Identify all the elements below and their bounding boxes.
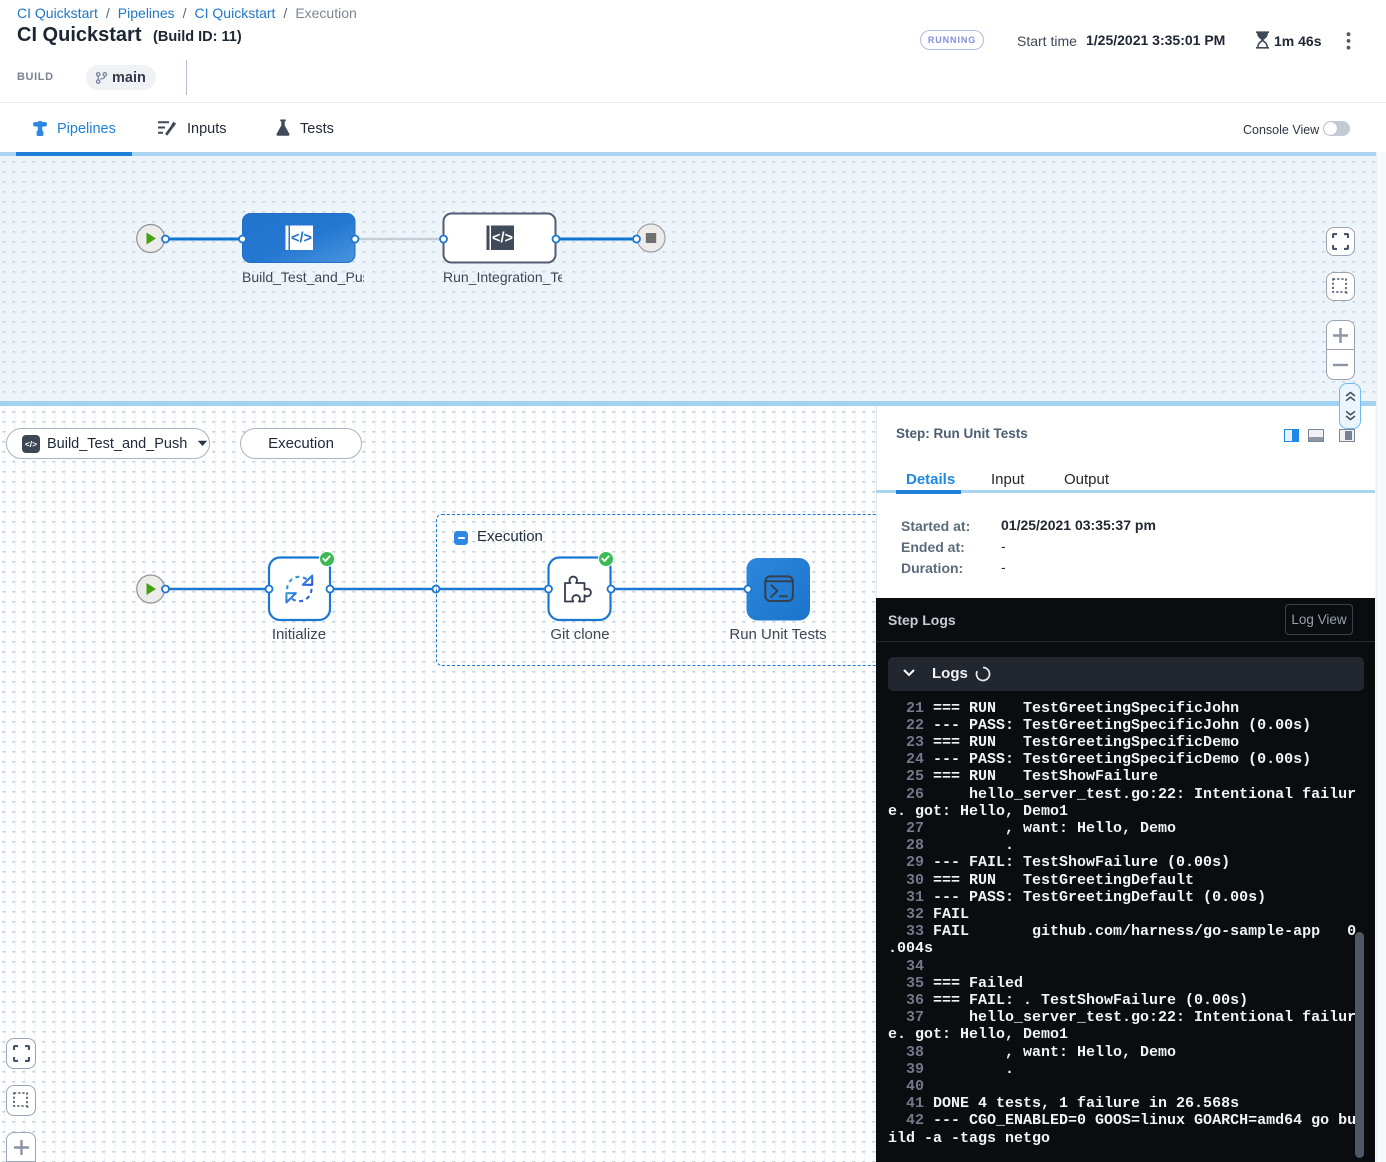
svg-text:</>: </> <box>492 231 513 247</box>
svg-text:</>: </> <box>291 231 312 247</box>
